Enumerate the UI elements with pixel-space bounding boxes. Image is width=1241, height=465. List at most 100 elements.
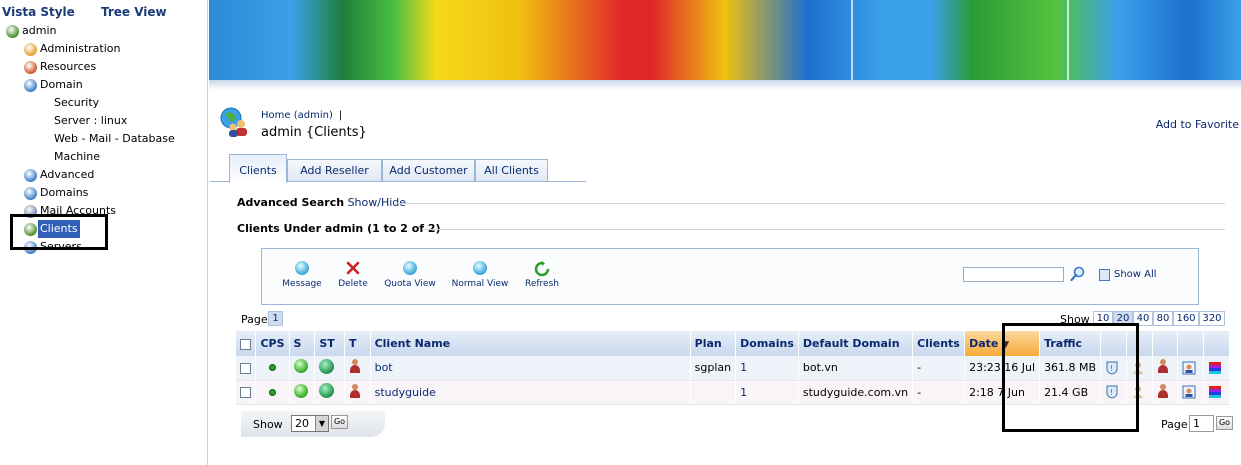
col-action-3 bbox=[1152, 331, 1179, 356]
sidebar-item-domain[interactable]: Domain bbox=[0, 76, 207, 94]
col-t[interactable]: T bbox=[344, 331, 371, 356]
home-link[interactable]: Home (admin) bbox=[261, 110, 333, 121]
domains-cell: 1 bbox=[735, 380, 799, 405]
search-input[interactable] bbox=[963, 267, 1064, 282]
page-size-80[interactable]: 80 bbox=[1153, 311, 1173, 326]
sidebar-item-label: Advanced bbox=[40, 168, 95, 181]
plan-cell: sgplan bbox=[690, 356, 737, 381]
page-size-320[interactable]: 320 bbox=[1199, 311, 1225, 326]
vista-style-tab[interactable]: Vista Style bbox=[2, 5, 75, 19]
quota-view-button[interactable]: Quota View bbox=[384, 261, 436, 289]
magnifier-icon[interactable] bbox=[1070, 266, 1086, 282]
domains-cell: 1 bbox=[735, 356, 799, 381]
sidebar-item-security[interactable]: Security bbox=[0, 94, 207, 112]
color-theme-icon[interactable] bbox=[1208, 361, 1222, 375]
date-traffic-highlight-box bbox=[1002, 323, 1139, 432]
quota-view-label: Quota View bbox=[384, 279, 436, 289]
bottom-show-label: Show bbox=[253, 418, 283, 431]
client-type-person-icon bbox=[349, 383, 361, 398]
client-name-link[interactable]: bot bbox=[375, 361, 393, 374]
sidebar-item-label: Administration bbox=[40, 42, 121, 55]
col-default-domain[interactable]: Default Domain bbox=[798, 331, 914, 356]
resources-icon bbox=[24, 61, 37, 74]
tab-add-reseller[interactable]: Add Reseller bbox=[287, 159, 382, 182]
domains-count-link[interactable]: 1 bbox=[740, 361, 747, 374]
action-cell-4 bbox=[1177, 356, 1205, 381]
show-all-link[interactable]: Show All bbox=[1114, 269, 1157, 280]
advanced-icon bbox=[24, 169, 37, 182]
col-st[interactable]: ST bbox=[314, 331, 345, 356]
sidebar-item-server[interactable]: Server : linux bbox=[0, 112, 207, 130]
message-button[interactable]: Message bbox=[282, 261, 322, 289]
user-card-icon[interactable] bbox=[1182, 385, 1196, 399]
row-select-cell bbox=[236, 356, 257, 381]
sidebar-item-label: Domains bbox=[40, 186, 89, 199]
col-s[interactable]: S bbox=[289, 331, 316, 356]
row-checkbox[interactable] bbox=[240, 387, 251, 398]
clients-cell: - bbox=[912, 356, 966, 381]
user-card-icon[interactable] bbox=[1182, 361, 1196, 375]
sidebar-item-domains[interactable]: Domains bbox=[0, 184, 207, 202]
sidebar-item-machine[interactable]: Machine bbox=[0, 148, 207, 166]
col-domains[interactable]: Domains bbox=[735, 331, 799, 356]
delete-button[interactable]: Delete bbox=[336, 261, 370, 289]
client-name-link[interactable]: studyguide bbox=[375, 386, 436, 399]
sidebar-item-administration[interactable]: Administration bbox=[0, 40, 207, 58]
login-as-user-icon[interactable] bbox=[1157, 383, 1169, 398]
col-cps[interactable]: CPS bbox=[255, 331, 290, 356]
show-all-icon bbox=[1099, 269, 1110, 281]
sidebar-item-admin[interactable]: admin bbox=[0, 22, 207, 40]
page-size-160[interactable]: 160 bbox=[1173, 311, 1199, 326]
s-cell bbox=[289, 380, 316, 405]
refresh-button[interactable]: Refresh bbox=[523, 261, 561, 289]
advanced-search-label: Advanced Search bbox=[237, 196, 345, 209]
advanced-search: Advanced Search Show/Hide bbox=[237, 196, 406, 209]
select-all-header[interactable] bbox=[236, 331, 257, 356]
normal-view-button[interactable]: Normal View bbox=[451, 261, 509, 289]
row-checkbox[interactable] bbox=[240, 362, 251, 374]
col-plan[interactable]: Plan bbox=[690, 331, 737, 356]
domains-count-link[interactable]: 1 bbox=[740, 386, 747, 399]
select-all-checkbox[interactable] bbox=[240, 338, 251, 350]
tab-all-clients[interactable]: All Clients bbox=[475, 159, 548, 182]
clients-under-heading: Clients Under admin (1 to 2 of 2) bbox=[237, 222, 441, 235]
tab-bar: Clients Add Reseller Add Customer All Cl… bbox=[210, 154, 586, 183]
sidebar-item-resources[interactable]: Resources bbox=[0, 58, 207, 76]
tab-clients[interactable]: Clients bbox=[229, 154, 287, 183]
delete-label: Delete bbox=[338, 279, 368, 289]
message-label: Message bbox=[282, 279, 322, 289]
tab-add-customer[interactable]: Add Customer bbox=[382, 159, 475, 182]
cps-status-icon bbox=[268, 364, 276, 372]
color-theme-icon[interactable] bbox=[1208, 385, 1222, 399]
sidebar-item-web-mail-database[interactable]: Web - Mail - Database bbox=[0, 130, 207, 148]
page-go-button[interactable]: Go bbox=[1216, 416, 1233, 430]
header-banner bbox=[209, 0, 1241, 80]
t-cell bbox=[344, 356, 371, 381]
chevron-down-icon[interactable]: ▼ bbox=[315, 416, 328, 431]
refresh-icon bbox=[534, 261, 550, 277]
sidebar-item-advanced[interactable]: Advanced bbox=[0, 166, 207, 184]
login-as-user-icon[interactable] bbox=[1157, 359, 1169, 374]
tree-view-tab[interactable]: Tree View bbox=[101, 5, 167, 19]
status-ball-icon bbox=[293, 383, 308, 398]
page-title: admin {Clients} bbox=[261, 125, 367, 140]
domains-icon bbox=[24, 187, 37, 200]
col-client-name[interactable]: Client Name bbox=[370, 331, 691, 356]
sidebar-item-label: Machine bbox=[54, 150, 101, 163]
sidebar-item-label: Resources bbox=[40, 60, 97, 73]
t-cell bbox=[344, 380, 371, 405]
page-number-1[interactable]: 1 bbox=[268, 311, 283, 326]
add-to-favorite-link[interactable]: Add to Favorite bbox=[1156, 118, 1239, 131]
action-cell-5 bbox=[1203, 380, 1230, 405]
col-date-label: Date bbox=[969, 337, 999, 350]
per-page-select[interactable]: 20 ▼ bbox=[291, 415, 329, 432]
page-number-input[interactable]: 1 bbox=[1189, 415, 1214, 432]
per-page-go-button[interactable]: Go bbox=[331, 415, 348, 429]
action-cell-3 bbox=[1152, 380, 1179, 405]
breadcrumb-separator: | bbox=[338, 110, 343, 121]
normal-view-label: Normal View bbox=[451, 279, 509, 289]
state-ball-icon bbox=[319, 383, 335, 398]
sidebar-item-label: admin bbox=[22, 24, 57, 37]
col-clients[interactable]: Clients bbox=[912, 331, 966, 356]
breadcrumb: Home (admin) | bbox=[261, 110, 342, 121]
